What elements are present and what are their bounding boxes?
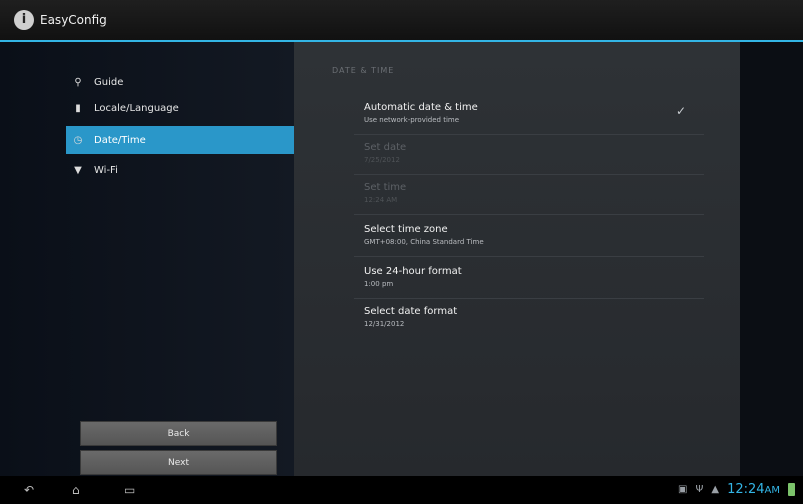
pref-summary: 7/25/2012 xyxy=(364,156,400,164)
usb-icon: Ψ xyxy=(695,484,704,495)
clock-time: 12:24 xyxy=(727,482,765,497)
system-bar: ↶ ⌂ ▭ ▣ Ψ ▲ 12:24AM xyxy=(0,476,803,504)
wifi-signal-icon: ▲ xyxy=(711,484,720,495)
back-icon[interactable]: ↶ xyxy=(24,483,34,497)
sidebar-item-label: Date/Time xyxy=(94,134,146,146)
clock-ampm: AM xyxy=(764,485,780,496)
clock-icon: ◷ xyxy=(73,134,83,146)
pref-title: Set time xyxy=(364,182,407,193)
sidebar-item-label: Locale/Language xyxy=(94,102,179,114)
pref-summary: 12/31/2012 xyxy=(364,320,405,328)
content-area: ⚲ Guide ▮ Locale/Language ◷ Date/Time ▼ … xyxy=(0,42,803,476)
sidebar-item-label: Wi-Fi xyxy=(94,164,118,176)
right-margin xyxy=(740,42,803,476)
language-icon: ▮ xyxy=(75,102,81,114)
hour-format-pref[interactable]: Use 24-hour format 1:00 pm xyxy=(364,266,704,288)
home-icon[interactable]: ⌂ xyxy=(72,483,80,497)
guide-icon: ⚲ xyxy=(74,76,82,88)
back-button[interactable]: Back xyxy=(80,421,277,446)
recent-apps-icon[interactable]: ▭ xyxy=(124,483,135,497)
action-bar: i EasyConfig xyxy=(0,0,803,42)
sidebar-item-date-time[interactable]: ◷ Date/Time xyxy=(66,126,294,154)
clock[interactable]: 12:24AM xyxy=(727,482,780,497)
sidebar-item-label: Guide xyxy=(94,76,124,88)
pref-summary: 12:24 AM xyxy=(364,196,398,204)
set-date-pref: Set date 7/25/2012 xyxy=(364,142,704,164)
next-button[interactable]: Next xyxy=(80,450,277,475)
section-header: DATE & TIME xyxy=(332,66,395,75)
sidebar-item-guide[interactable]: ⚲ Guide xyxy=(66,68,294,96)
divider xyxy=(354,298,704,299)
pref-title: Set date xyxy=(364,142,407,153)
sidebar-item-wifi[interactable]: ▼ Wi-Fi xyxy=(66,156,294,184)
pref-title: Use 24-hour format xyxy=(364,266,462,277)
pref-summary: Use network-provided time xyxy=(364,116,460,124)
divider xyxy=(354,174,704,175)
checkmark-icon[interactable]: ✓ xyxy=(676,104,686,118)
divider xyxy=(354,256,704,257)
app-title: EasyConfig xyxy=(40,13,107,27)
pref-summary: GMT+08:00, China Standard Time xyxy=(364,238,484,246)
divider xyxy=(354,214,704,215)
status-area: ▣ Ψ ▲ 12:24AM xyxy=(678,482,795,497)
time-zone-pref[interactable]: Select time zone GMT+08:00, China Standa… xyxy=(364,224,704,246)
auto-date-time-pref[interactable]: Automatic date & time Use network-provid… xyxy=(364,102,704,124)
pref-title: Automatic date & time xyxy=(364,102,478,113)
divider xyxy=(354,134,704,135)
sidebar-item-locale-language[interactable]: ▮ Locale/Language xyxy=(66,94,294,122)
set-time-pref: Set time 12:24 AM xyxy=(364,182,704,204)
screenshot-icon: ▣ xyxy=(678,484,688,495)
battery-icon xyxy=(788,483,795,496)
sidebar: ⚲ Guide ▮ Locale/Language ◷ Date/Time ▼ … xyxy=(0,42,294,476)
pref-title: Select time zone xyxy=(364,224,448,235)
wifi-icon: ▼ xyxy=(74,164,82,176)
pref-summary: 1:00 pm xyxy=(364,280,394,288)
pref-title: Select date format xyxy=(364,306,458,317)
date-format-pref[interactable]: Select date format 12/31/2012 xyxy=(364,306,704,328)
settings-panel: DATE & TIME Automatic date & time Use ne… xyxy=(294,42,740,476)
info-icon: i xyxy=(14,10,34,30)
